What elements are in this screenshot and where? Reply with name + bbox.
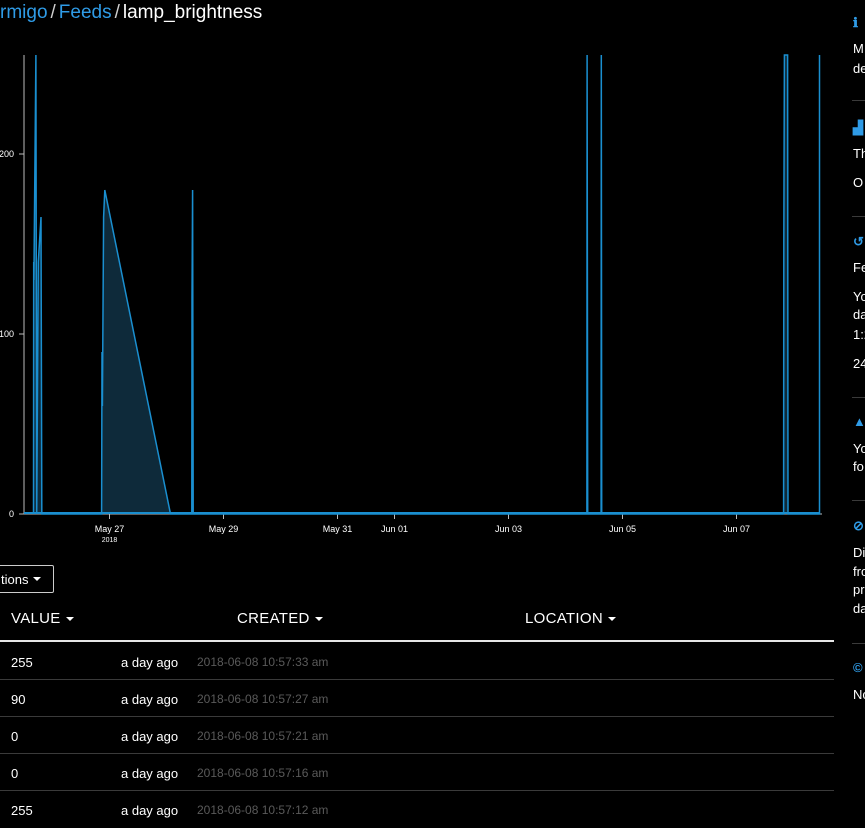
table-row[interactable]: 90 a day ago 2018-06-08 10:57:27 am (0, 680, 834, 717)
info-icon: ℹ (853, 15, 858, 30)
cell-created-timestamp: 2018-06-08 10:57:12 am (197, 803, 329, 817)
column-header-location[interactable]: LOCATION (525, 610, 616, 627)
sort-caret-icon (607, 616, 616, 621)
column-header-label: LOCATION (525, 610, 603, 627)
cell-value: 255 (11, 655, 33, 670)
table-row[interactable]: 0 a day ago 2018-06-08 10:57:16 am (0, 754, 834, 791)
cell-created-timestamp: 2018-06-08 10:57:27 am (197, 692, 329, 706)
cell-value: 90 (11, 692, 26, 707)
feed-chart[interactable]: 0 100 200 May 27 May 29 May 31 Jun 01 Jun 03 Jun… (0, 40, 835, 550)
x-tick-label: May 29 (209, 524, 239, 534)
sidebar-divider (852, 397, 865, 398)
series-area (33, 55, 820, 514)
column-header-value[interactable]: VALUE (11, 610, 74, 627)
x-tick-label: May 31 (323, 524, 353, 534)
breadcrumb-current-feed: lamp_brightness (122, 2, 263, 23)
copyright-icon: © (853, 660, 863, 675)
sidebar-divider (852, 216, 865, 217)
table-row[interactable]: 255 a day ago 2018-06-08 10:57:33 am (0, 643, 834, 680)
actions-label: tions (1, 571, 29, 587)
table-header-divider (0, 640, 834, 642)
table-row[interactable]: 0 a day ago 2018-06-08 10:57:21 am (0, 717, 834, 754)
x-tick-label: Jun 03 (495, 524, 522, 534)
cell-created-relative: a day ago (121, 766, 179, 781)
disable-icon: ⊘ (853, 518, 864, 533)
sidebar-text: fo (853, 459, 864, 474)
sidebar-text: pr (853, 582, 865, 597)
x-tick-sublabel: 2018 (102, 537, 118, 544)
x-tick-label: Jun 07 (723, 524, 750, 534)
sort-caret-icon (65, 616, 74, 621)
column-header-label: VALUE (11, 610, 61, 627)
column-header-label: CREATED (237, 610, 310, 627)
sidebar-text: Di (853, 545, 865, 560)
unlock-icon: ▟ (853, 120, 863, 135)
cell-value: 0 (11, 766, 19, 781)
x-tick-label: May 27 (95, 524, 125, 534)
actions-dropdown-button[interactable]: tions (0, 565, 54, 593)
breadcrumb-separator: / (114, 2, 120, 23)
sidebar-text: M (853, 41, 864, 56)
column-header-created[interactable]: CREATED (237, 610, 323, 627)
cell-value: 0 (11, 729, 19, 744)
cell-value: 255 (11, 803, 33, 818)
cell-created-relative: a day ago (121, 692, 179, 707)
table-row[interactable]: 255 a day ago 2018-06-08 10:57:12 am (0, 791, 834, 828)
y-tick-label: 200 (0, 149, 14, 159)
history-icon: ↺ (853, 234, 864, 249)
breadcrumb-separator: / (50, 2, 56, 23)
y-tick-label: 0 (9, 509, 14, 519)
breadcrumb-user-link[interactable]: rmigo (0, 2, 48, 23)
sidebar-text: O (853, 175, 864, 190)
feed-info-sidebar: ℹ M de ▟ Th O ↺ Fe Yo da 1:2 24 ▲ Yo fo … (852, 0, 865, 808)
sidebar-divider (852, 100, 865, 101)
sidebar-text: 24 (853, 356, 865, 371)
y-tick-label: 100 (0, 329, 14, 339)
cell-created-relative: a day ago (121, 803, 179, 818)
warning-icon: ▲ (853, 414, 865, 429)
sidebar-text: Yo (853, 441, 865, 456)
sidebar-text: da (853, 601, 865, 616)
sidebar-text: da (853, 307, 865, 322)
sidebar-text: Th (853, 146, 865, 161)
sidebar-text: 1:2 (853, 327, 865, 342)
cell-created-timestamp: 2018-06-08 10:57:33 am (197, 655, 329, 669)
cell-created-timestamp: 2018-06-08 10:57:16 am (197, 766, 329, 780)
sidebar-divider (852, 500, 865, 501)
breadcrumb: rmigo / Feeds / lamp_brightness (0, 2, 262, 24)
sidebar-text: fro (853, 564, 865, 579)
sidebar-text: Fe (853, 260, 865, 275)
cell-created-relative: a day ago (121, 655, 179, 670)
sidebar-text: No (853, 687, 865, 702)
sort-caret-icon (314, 616, 323, 621)
x-tick-label: Jun 01 (381, 524, 408, 534)
cell-created-timestamp: 2018-06-08 10:57:21 am (197, 729, 329, 743)
sidebar-text: de (853, 61, 865, 76)
breadcrumb-feeds-link[interactable]: Feeds (59, 2, 112, 23)
x-tick-label: Jun 05 (609, 524, 636, 534)
cell-created-relative: a day ago (121, 729, 179, 744)
caret-down-icon (33, 577, 42, 581)
sidebar-divider (852, 643, 865, 644)
sidebar-text: Yo (853, 289, 865, 304)
